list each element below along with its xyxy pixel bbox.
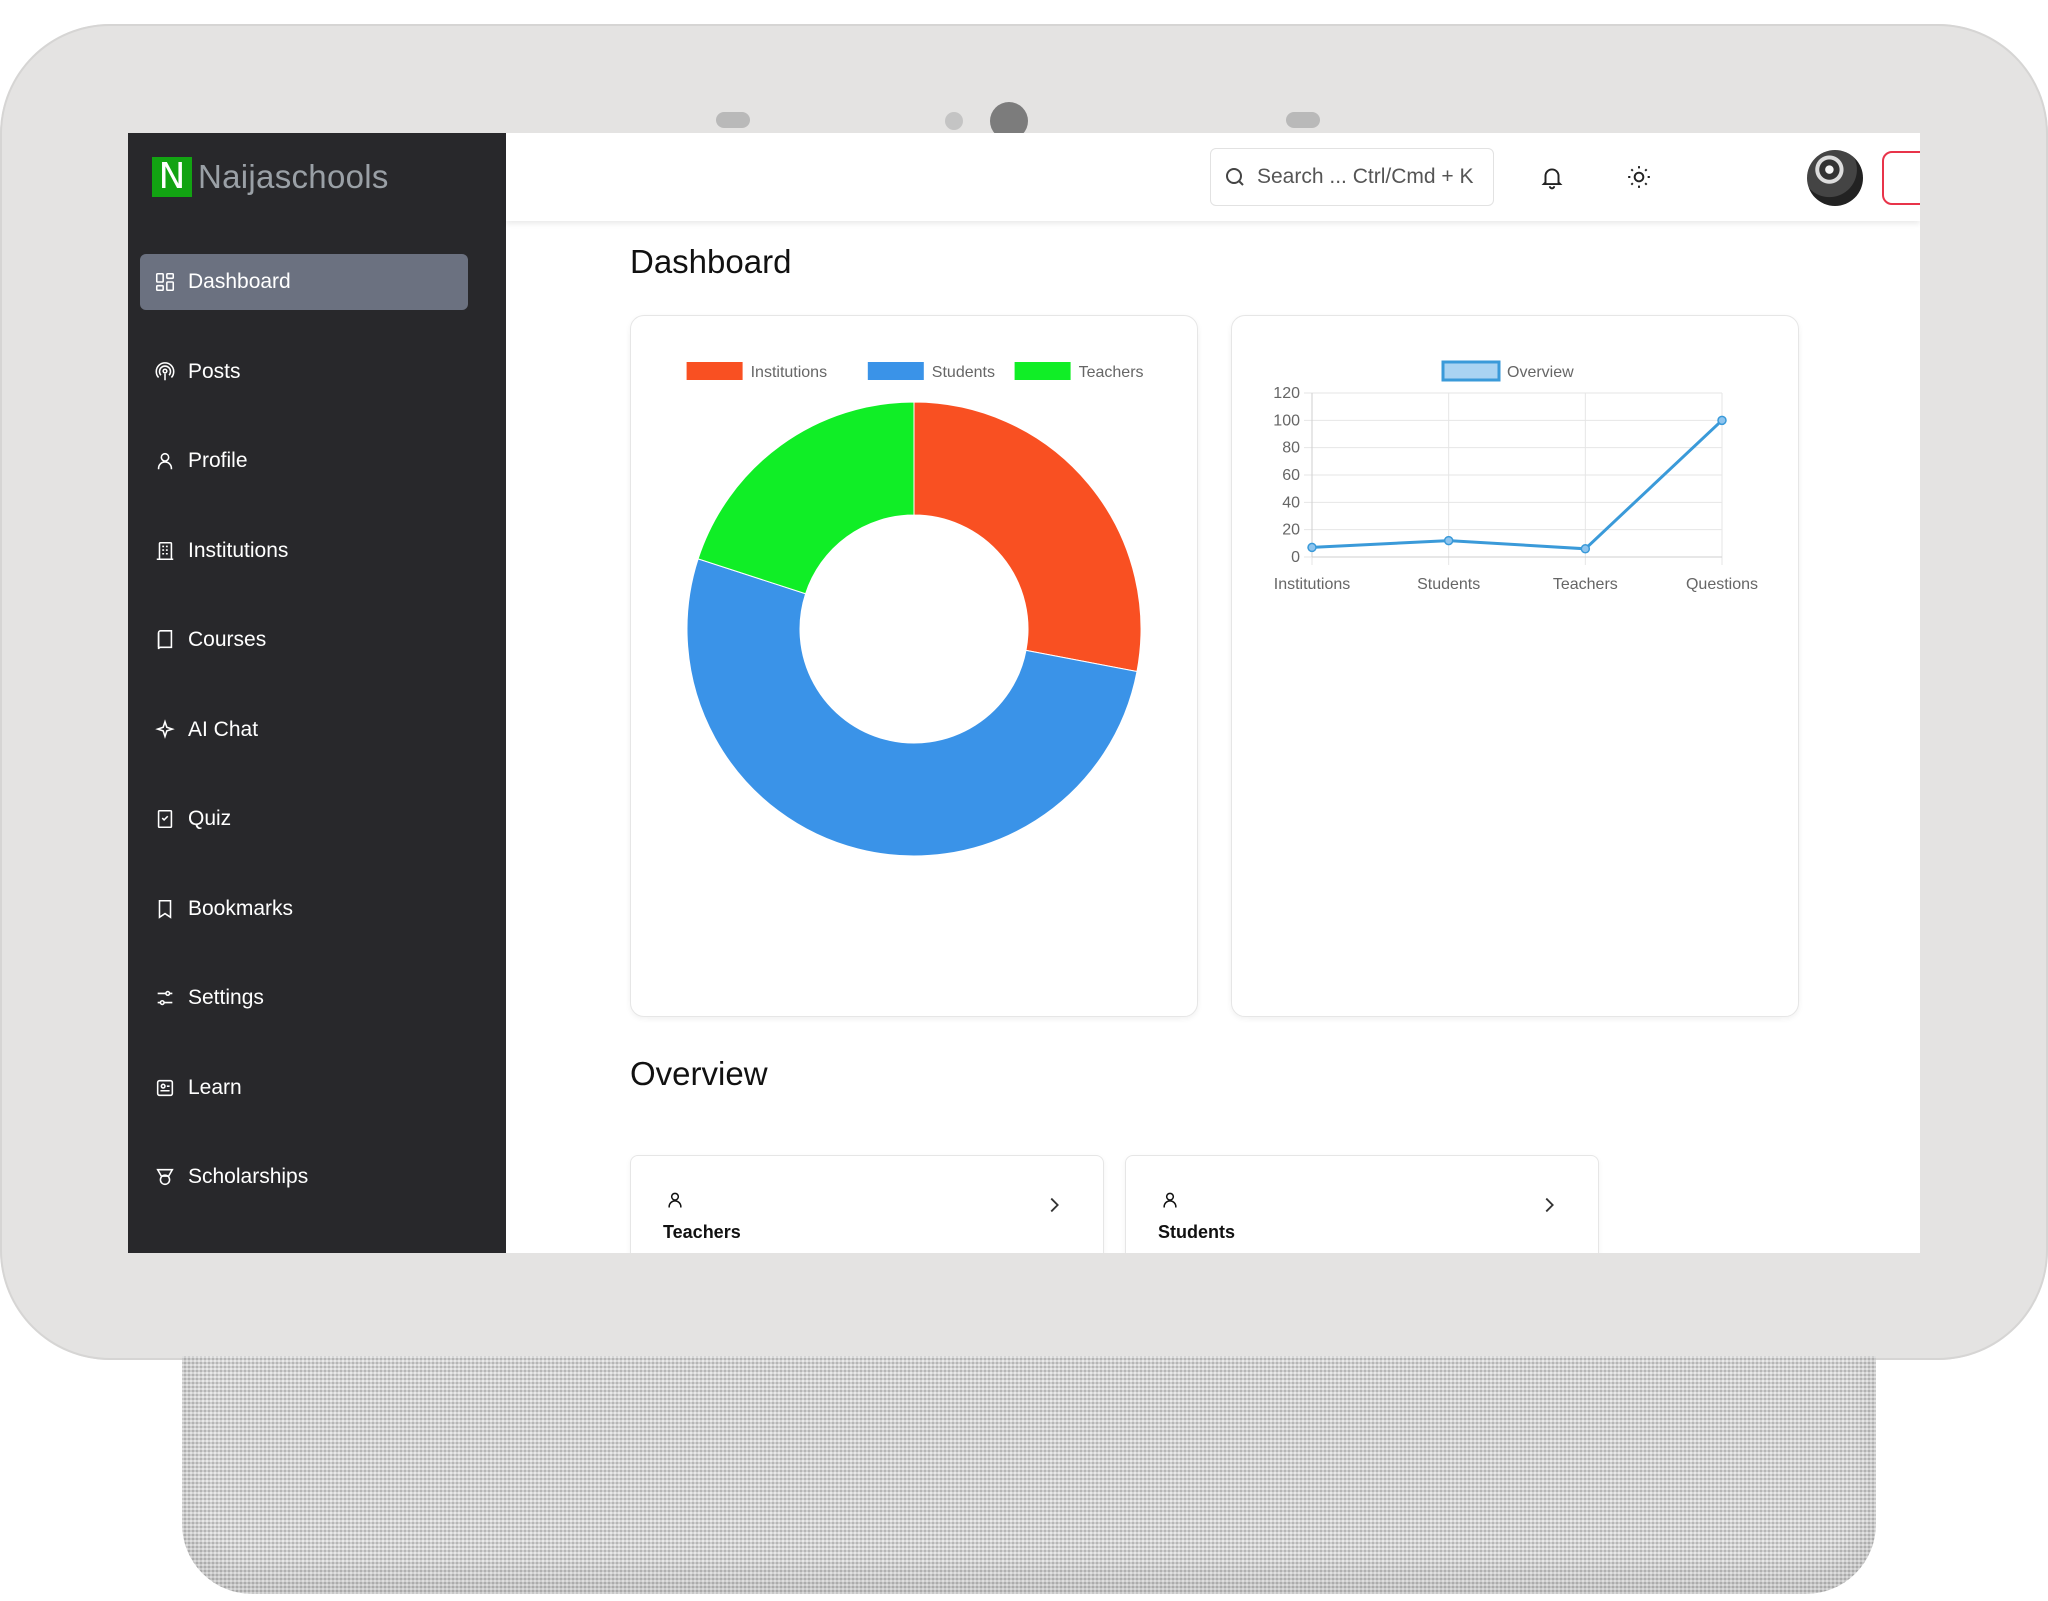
learn-icon	[152, 1075, 178, 1101]
sidebar-item-quiz[interactable]: Quiz	[140, 791, 468, 847]
speaker-base	[182, 1356, 1876, 1594]
sidebar-item-label: Posts	[188, 359, 241, 383]
sun-icon[interactable]	[1623, 161, 1655, 193]
sidebar-item-label: Bookmarks	[188, 896, 294, 920]
line-card: Overview 0 20 40 60 80 100 120 Institutions Stude…	[1231, 315, 1799, 1017]
building-icon	[152, 538, 178, 564]
sidebar-item-posts[interactable]: Posts	[140, 344, 468, 400]
y-tick-label: 80	[1282, 440, 1300, 457]
sidebar-item-label: Courses	[188, 628, 267, 651]
search-placeholder: Search ... Ctrl/Cmd + K	[1257, 165, 1474, 188]
data-point	[1443, 535, 1454, 546]
person-icon	[1160, 1190, 1180, 1210]
y-tick-label: 20	[1282, 522, 1300, 539]
sidebar-item-institutions[interactable]: Institutions	[140, 523, 468, 579]
data-point	[1580, 544, 1591, 554]
overview-card-students[interactable]: Students	[1125, 1155, 1599, 1253]
sparkle-icon	[152, 717, 178, 743]
sensor-right	[1286, 112, 1320, 128]
sidebar-item-label: Dashboard	[188, 270, 291, 293]
page-title: Dashboard	[630, 243, 792, 280]
search-icon	[1226, 168, 1244, 186]
search-input[interactable]: Search ... Ctrl/Cmd + K	[1210, 148, 1494, 206]
sidebar-item-scholarships[interactable]: Scholarships	[140, 1149, 468, 1205]
overview-card-label: Teachers	[663, 1222, 741, 1242]
chevron-right-icon	[1538, 1194, 1560, 1216]
logout-button[interactable]	[1882, 151, 1920, 205]
legend-swatch-teachers	[1014, 362, 1071, 380]
sidebar-item-label: Institutions	[188, 538, 289, 562]
sidebar-nav: Dashboard Posts Profile Institutions Cou…	[140, 254, 468, 1239]
overview-title: Overview	[630, 1055, 768, 1092]
sidebar-item-label: AI Chat	[188, 717, 259, 741]
top-bar: Search ... Ctrl/Cmd + K	[506, 133, 1920, 221]
sidebar-item-label: Quiz	[188, 807, 232, 830]
x-tick-label: Students	[1417, 576, 1480, 593]
sidebar-item-label: Settings	[188, 986, 264, 1009]
brand-name: Naijaschools	[198, 158, 389, 195]
legend-swatch-overview	[1441, 360, 1501, 382]
y-tick-label: 100	[1273, 412, 1300, 429]
overview-card-teachers[interactable]: Teachers	[630, 1155, 1104, 1253]
brand-logo: N	[152, 157, 192, 197]
legend-label-overview: Overview	[1507, 364, 1574, 381]
legend-label-institutions: Institutions	[751, 364, 827, 381]
legend-swatch-institutions	[686, 362, 743, 380]
data-point	[1717, 415, 1727, 426]
slice-institutions	[913, 401, 1142, 673]
screen: N Naijaschools Dashboard Posts Profile I…	[128, 133, 1920, 1253]
data-point	[1307, 542, 1317, 553]
user-icon	[152, 448, 178, 474]
avatar[interactable]	[1807, 150, 1863, 206]
y-tick-label: 60	[1282, 467, 1300, 484]
y-tick-label: 0	[1291, 549, 1300, 566]
sensor-left	[716, 112, 750, 128]
sensor-dot	[945, 112, 963, 130]
sidebar-item-label: Profile	[188, 449, 248, 472]
doughnut-card: Institutions Students Teachers	[630, 315, 1198, 1017]
legend-label-teachers: Teachers	[1079, 364, 1144, 381]
overview-card-label: Students	[1158, 1222, 1236, 1242]
sidebar-item-learn[interactable]: Learn	[140, 1060, 468, 1116]
medal-icon	[152, 1164, 178, 1190]
person-icon	[665, 1190, 685, 1210]
sidebar-item-label: Scholarships	[188, 1165, 309, 1188]
sidebar-item-courses[interactable]: Courses	[140, 612, 468, 668]
brand[interactable]: N Naijaschools	[152, 157, 389, 197]
checklist-icon	[152, 806, 178, 832]
legend-label-students: Students	[932, 364, 995, 381]
sidebar-item-ai-chat[interactable]: AI Chat	[140, 702, 468, 758]
sidebar-item-label: Learn	[188, 1075, 242, 1099]
x-tick-label: Questions	[1686, 576, 1758, 593]
slice-teachers	[697, 401, 915, 595]
line-chart: Overview 0 20 40 60 80 100 120 Institutions Stude…	[1273, 360, 1758, 593]
sidebar-item-dashboard[interactable]: Dashboard	[140, 254, 468, 310]
y-tick-label: 40	[1282, 494, 1300, 511]
sidebar-item-profile[interactable]: Profile	[140, 433, 468, 489]
doughnut-chart: Institutions Students Teachers	[686, 362, 1144, 857]
x-tick-label: Institutions	[1274, 576, 1350, 593]
chevron-right-icon	[1043, 1194, 1065, 1216]
sliders-icon	[152, 985, 178, 1011]
podcast-icon	[152, 359, 178, 385]
sidebar-item-bookmarks[interactable]: Bookmarks	[140, 881, 468, 937]
book-icon	[152, 627, 178, 653]
legend-swatch-students	[867, 362, 924, 380]
sidebar-item-settings[interactable]: Settings	[140, 970, 468, 1026]
x-tick-label: Teachers	[1553, 576, 1618, 593]
bell-icon[interactable]	[1536, 161, 1568, 193]
bookmark-icon	[152, 896, 178, 922]
sidebar: N Naijaschools Dashboard Posts Profile I…	[128, 133, 506, 1253]
y-tick-label: 120	[1273, 385, 1300, 402]
dashboard-icon	[152, 269, 178, 295]
